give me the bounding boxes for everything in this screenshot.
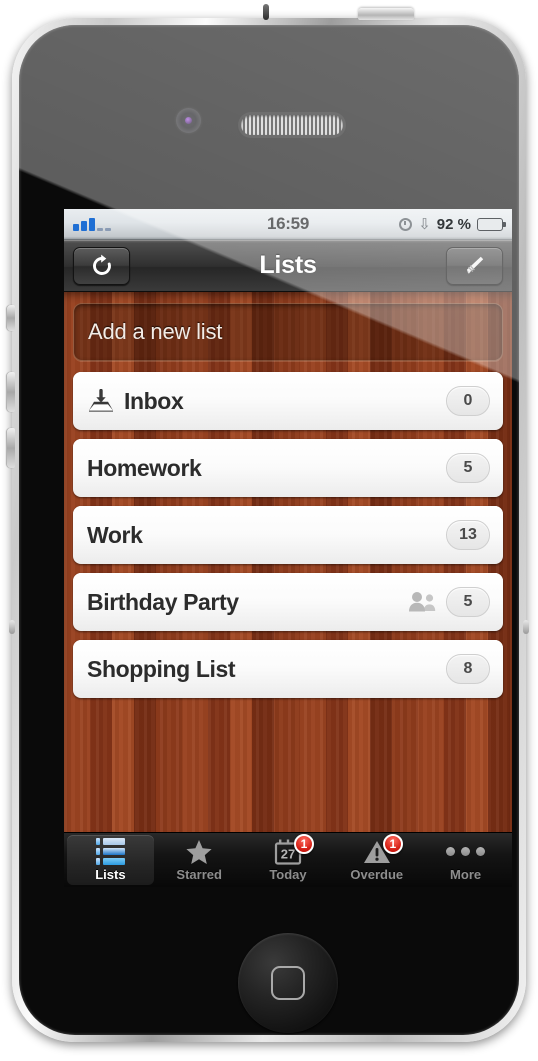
star-icon: [185, 839, 213, 865]
tab-more[interactable]: More: [422, 835, 509, 885]
tab-label: Starred: [176, 866, 222, 882]
status-bar: 16:59 ⇩ 92 %: [64, 209, 512, 240]
status-bar-right: ⇩ 92 %: [399, 215, 506, 233]
earpiece-speaker: [241, 115, 343, 135]
antenna-nub-right: [523, 620, 529, 634]
list-item-count: 5: [446, 587, 490, 617]
list-item[interactable]: Shopping List 8: [73, 640, 503, 698]
page-title: Lists: [259, 251, 317, 279]
tab-starred[interactable]: Starred: [156, 835, 243, 885]
list-item-count: 0: [446, 386, 490, 416]
calendar-icon: 27 1: [273, 833, 314, 865]
list-item[interactable]: Homework 5: [73, 439, 503, 497]
lists-content-area: Add a new list Inbox 0 Homework 5 Work 1…: [64, 292, 512, 832]
refresh-icon: [90, 254, 114, 278]
list-item[interactable]: Inbox 0: [73, 372, 503, 430]
battery-icon: [477, 217, 506, 231]
tab-label: Today: [269, 866, 307, 882]
add-new-list-label: Add a new list: [88, 319, 223, 344]
list-item-label: Shopping List: [87, 655, 236, 682]
shared-people-icon: [407, 591, 437, 613]
calendar-day-number: 27: [281, 846, 295, 861]
headphone-port: [263, 4, 269, 20]
front-camera: [176, 108, 201, 133]
device-stage: 16:59 ⇩ 92 % Lists Add a new list Inbox …: [0, 0, 538, 1061]
battery-percent-label: 92 %: [436, 215, 471, 233]
list-item-label: Work: [87, 521, 143, 548]
list-item-label: Homework: [87, 454, 202, 481]
inbox-tray-icon: [87, 389, 115, 413]
navigation-bar: Lists: [64, 240, 512, 292]
power-button[interactable]: [358, 8, 414, 20]
tab-badge: 1: [382, 833, 403, 854]
device-front-glass: 16:59 ⇩ 92 % Lists Add a new list Inbox …: [19, 25, 519, 1035]
home-button[interactable]: [238, 933, 338, 1033]
tab-badge: 1: [293, 833, 314, 854]
alarm-clock-icon: [399, 217, 413, 231]
tab-label: Lists: [95, 866, 126, 882]
volume-down-button[interactable]: [7, 428, 15, 468]
tab-today[interactable]: 27 1 Today: [245, 833, 332, 885]
tab-lists[interactable]: Lists: [67, 835, 154, 885]
pencil-icon: [462, 254, 486, 278]
refresh-sync-button[interactable]: [73, 246, 130, 285]
ellipsis-icon: [446, 839, 486, 865]
list-item[interactable]: Birthday Party 5: [73, 573, 503, 631]
volume-up-button[interactable]: [7, 372, 15, 412]
list-item-count: 13: [446, 520, 490, 550]
edit-button[interactable]: [445, 246, 503, 285]
list-item-count: 8: [446, 654, 490, 684]
tab-label: More: [450, 866, 482, 882]
tab-bar: Lists Starred 27 1 Today 1 Overdue More: [64, 832, 512, 887]
antenna-nub-left: [9, 620, 15, 634]
home-square-icon: [271, 966, 305, 1000]
tab-overdue[interactable]: 1 Overdue: [333, 833, 420, 885]
list-item-label: Inbox: [124, 387, 184, 414]
phone-screen: 16:59 ⇩ 92 % Lists Add a new list Inbox …: [64, 209, 512, 887]
list-bullets-icon: [95, 837, 125, 865]
warning-triangle-icon: 1: [362, 833, 403, 865]
tab-label: Overdue: [350, 866, 404, 882]
add-new-list-input[interactable]: Add a new list: [73, 303, 503, 361]
mute-switch[interactable]: [7, 305, 15, 331]
list-item-label: Birthday Party: [87, 588, 239, 615]
list-item-count: 5: [446, 453, 490, 483]
list-item[interactable]: Work 13: [73, 506, 503, 564]
bluetooth-icon: ⇩: [418, 215, 431, 233]
